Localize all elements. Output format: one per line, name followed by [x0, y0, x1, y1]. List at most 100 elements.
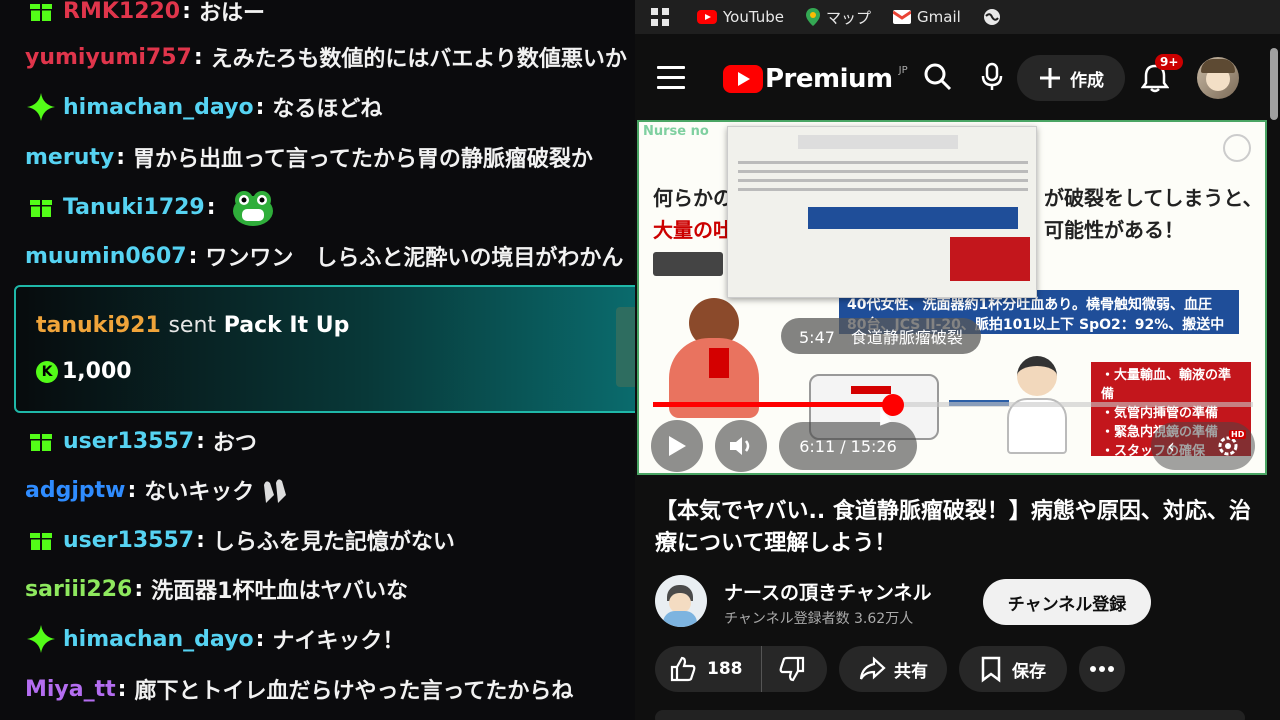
- bookmark-gmail-label: Gmail: [917, 8, 961, 26]
- chat-text: 胃から出血って言ってたから胃の静脈瘤破裂か: [133, 147, 593, 172]
- chat-text: ないキック: [144, 480, 255, 505]
- chat-separator: :: [196, 428, 205, 454]
- chat-separator: :: [134, 576, 144, 602]
- chat-text: 洗面器1杯吐血はヤバいな: [151, 579, 409, 604]
- create-label: 作成: [1070, 70, 1104, 91]
- bookmark-youtube-label: YouTube: [723, 8, 784, 26]
- video-player[interactable]: Nurse no 何らかの 大量の吐 が破裂をしてしまうと、 可能性がある！ 4…: [637, 120, 1267, 475]
- chat-username[interactable]: user13557: [63, 528, 194, 553]
- chat-username[interactable]: adgjptw: [25, 478, 125, 503]
- sparkle-badge-icon: [25, 623, 57, 655]
- video-title: 【本気でヤバい.. 食道静脈瘤破裂！】病態や原因、対応、治療について理解しよう！: [655, 499, 1251, 556]
- notification-badge: 9+: [1155, 54, 1184, 70]
- chat-message: user13557: おつ: [25, 421, 635, 461]
- account-avatar[interactable]: [1197, 57, 1239, 99]
- play-icon: [669, 436, 686, 456]
- play-button[interactable]: [651, 420, 703, 472]
- info-corner-icon[interactable]: [1223, 134, 1251, 162]
- create-button[interactable]: 作成: [1017, 55, 1125, 101]
- gift-amount: 1,000: [62, 359, 132, 384]
- youtube-premium-logo[interactable]: Premium JP: [723, 64, 908, 94]
- chat-text: なるほどね: [272, 97, 383, 122]
- share-icon: [859, 656, 886, 680]
- chevron-left-icon[interactable]: ‹: [1167, 434, 1175, 458]
- like-button[interactable]: 188: [655, 646, 762, 692]
- gift-sender[interactable]: tanuki921: [36, 313, 161, 338]
- gift-alert-card: tanuki921 sent Pack It Up K 1,000: [14, 285, 654, 413]
- gift-alert-text: tanuki921 sent Pack It Up: [36, 313, 349, 338]
- chat-username[interactable]: Tanuki1729: [63, 195, 205, 220]
- logo-region: JP: [898, 64, 908, 76]
- chat-text: おつ: [212, 431, 257, 456]
- page-scrollbar-thumb[interactable]: [1270, 48, 1278, 120]
- frog-emote-icon: [230, 187, 276, 227]
- chat-username[interactable]: muumin0607: [25, 244, 187, 269]
- sparkle-badge-icon: [25, 91, 57, 123]
- share-button[interactable]: 共有: [839, 646, 947, 692]
- chat-username[interactable]: meruty: [25, 145, 114, 170]
- chat-username[interactable]: Miya_tt: [25, 677, 116, 702]
- like-dislike-group: 188: [655, 646, 827, 692]
- more-actions-button[interactable]: [1079, 646, 1125, 692]
- chat-username[interactable]: user13557: [63, 429, 194, 454]
- clap-hands-emote-icon: [260, 475, 296, 505]
- chat-username[interactable]: himachan_dayo: [63, 95, 254, 120]
- chat-username[interactable]: RMK1220: [63, 0, 180, 24]
- bookmark-icon: [981, 656, 1001, 683]
- chapter-preview-label: 5:47 食道静脈瘤破裂: [781, 318, 981, 354]
- save-button[interactable]: 保存: [959, 646, 1067, 692]
- channel-avatar[interactable]: [655, 575, 707, 627]
- chat-separator: :: [206, 194, 216, 220]
- bookmark-maps-label: マップ: [826, 8, 872, 27]
- chat-username[interactable]: sariii226: [25, 577, 132, 602]
- chat-separator: :: [117, 676, 127, 702]
- gift-badge-icon: [25, 0, 57, 27]
- chat-username[interactable]: yumiyumi757: [25, 45, 192, 70]
- bookmark-gmail[interactable]: Gmail: [893, 8, 961, 26]
- patient-illustration: [659, 298, 769, 428]
- search-button[interactable]: [923, 62, 953, 92]
- slide-heading-right-2: 可能性がある！: [1044, 218, 1184, 242]
- gift-item-name: Pack It Up: [223, 313, 350, 338]
- chat-text: えみたろも数値的にはバエより数値悪いか: [210, 47, 627, 72]
- save-label: 保存: [1012, 661, 1046, 682]
- youtube-panel: YouTube マップ Gmail Premium JP 作成 9+ Nurse…: [635, 0, 1280, 720]
- hd-badge-icon: HD: [1229, 430, 1247, 439]
- voice-search-button[interactable]: [980, 62, 1004, 92]
- chat-message: meruty: 胃から出血って言ってたから胃の静脈瘤破裂か: [25, 137, 635, 177]
- dislike-button[interactable]: [762, 655, 806, 683]
- chat-username[interactable]: himachan_dayo: [63, 627, 254, 652]
- slide-heading-left-2: 大量の吐: [653, 218, 733, 242]
- notifications-button[interactable]: 9+: [1137, 54, 1184, 96]
- chat-separator: :: [196, 527, 205, 553]
- gift-badge-icon: [25, 191, 57, 223]
- description-box-edge: [655, 710, 1245, 720]
- bookmark-globe[interactable]: [983, 8, 1001, 26]
- chat-message: user13557: しらふを見た記憶がない: [25, 520, 635, 560]
- seek-preview-thumbnail: [727, 126, 1037, 298]
- chat-message: sariii226: 洗面器1杯吐血はヤバいな: [25, 569, 635, 609]
- chat-text: ナイキック！: [272, 629, 405, 654]
- apps-grid-button[interactable]: [651, 8, 669, 26]
- volume-button[interactable]: [715, 420, 767, 472]
- subscribe-button[interactable]: チャンネル登録: [983, 579, 1151, 625]
- preview-text-lines: [738, 161, 1028, 191]
- chat-message: yumiyumi757: えみたろも数値的にはバエより数値悪いか: [25, 37, 635, 77]
- page-scrollbar[interactable]: [1268, 44, 1280, 720]
- menu-icon[interactable]: [657, 66, 685, 90]
- search-icon: [924, 63, 952, 91]
- chat-text: 廊下とトイレ血だらけやった言ってたからね: [134, 679, 574, 704]
- youtube-masthead: Premium JP 作成 9+: [635, 44, 1280, 114]
- chat-separator: :: [127, 477, 137, 503]
- bookmark-maps[interactable]: マップ: [806, 7, 871, 28]
- youtube-logo-icon: [723, 65, 763, 93]
- thumbs-down-icon: [779, 656, 804, 682]
- gift-badge-icon: [25, 524, 57, 556]
- thumbs-up-icon: [670, 656, 696, 682]
- channel-name[interactable]: ナースの頂きチャンネル: [724, 578, 931, 605]
- time-display: 6:11 / 15:26: [779, 422, 917, 470]
- bookmark-youtube[interactable]: YouTube: [697, 8, 784, 26]
- preview-title-bar: [798, 135, 958, 149]
- maps-icon: [806, 8, 820, 26]
- like-count: 188: [707, 659, 743, 679]
